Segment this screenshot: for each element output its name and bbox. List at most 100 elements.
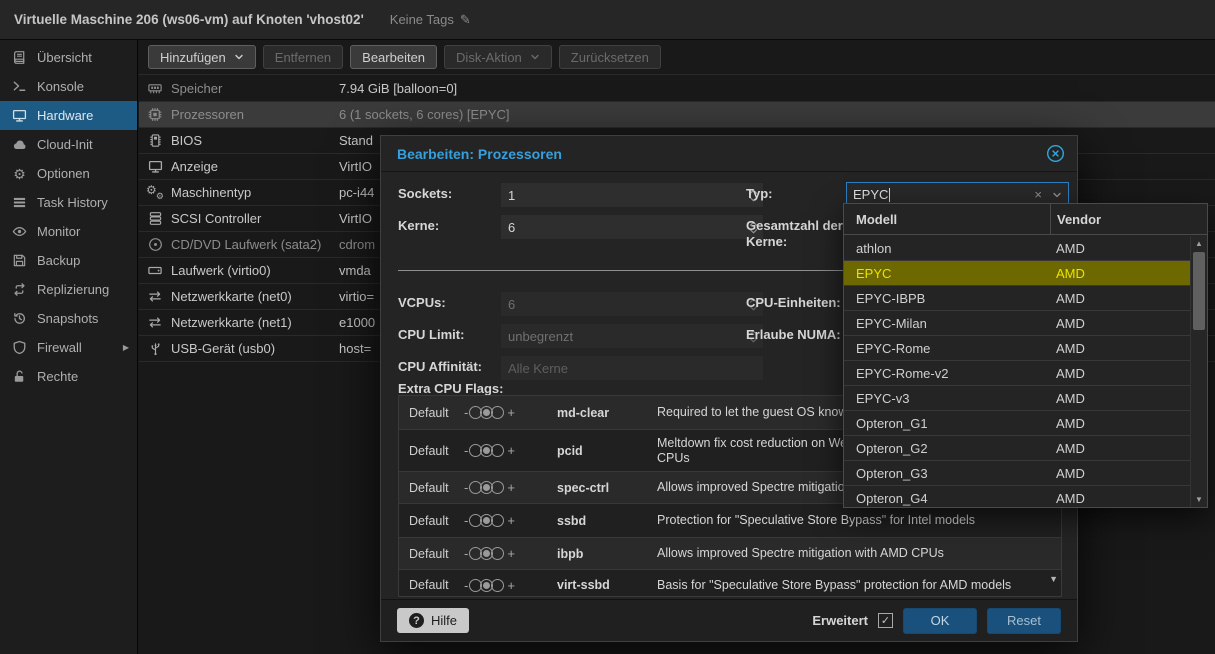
sidebar-item-backup[interactable]: Backup [0, 246, 137, 275]
edit-tags-button[interactable]: Keine Tags ✎ [390, 12, 471, 28]
cpu-limit-label: CPU Limit: [398, 327, 464, 343]
flag-name: md-clear [557, 406, 657, 420]
cores-field[interactable]: 6 [501, 215, 763, 239]
flag-radio-group: -+ [461, 405, 557, 420]
dropdown-item-opteron-g1[interactable]: Opteron_G1AMD [844, 411, 1190, 436]
dropdown-item-opteron-g4[interactable]: Opteron_G4AMD [844, 486, 1190, 508]
floppy-icon [11, 253, 28, 268]
sidebar-item-label: Snapshots [37, 311, 98, 326]
entfernen-button[interactable]: Entfernen [263, 45, 343, 69]
radio-on-option[interactable] [491, 406, 504, 419]
display-icon [11, 108, 28, 123]
cpu-affinity-label: CPU Affinität: [398, 359, 482, 375]
help-button[interactable]: ? Hilfe [397, 608, 469, 633]
model-cell: EPYC-Rome [844, 341, 1056, 356]
dialog-header: Bearbeiten: Prozessoren [381, 136, 1077, 172]
dropdown-header: Modell Vendor [844, 204, 1207, 235]
sidebar-item-bersicht[interactable]: Übersicht [0, 43, 137, 72]
radio-on-option[interactable] [491, 481, 504, 494]
sidebar-item-rechte[interactable]: Rechte [0, 362, 137, 391]
hw-row-value: 6 (1 sockets, 6 cores) [EPYC] [339, 107, 510, 122]
sidebar-item-label: Cloud-Init [37, 137, 93, 152]
reset-button[interactable]: Reset [987, 608, 1061, 634]
button-label: Disk-Aktion [456, 50, 522, 65]
terminal-icon [11, 79, 28, 94]
dropdown-item-athlon[interactable]: athlonAMD [844, 236, 1190, 261]
hw-row-speicher[interactable]: Speicher7.94 GiB [balloon=0] [139, 76, 1215, 102]
button-label: Zurücksetzen [571, 50, 649, 65]
sockets-field[interactable]: 1 [501, 183, 763, 207]
dropdown-item-epyc-milan[interactable]: EPYC-MilanAMD [844, 311, 1190, 336]
scroll-up-icon[interactable]: ▲ [1191, 239, 1207, 248]
sidebar-item-label: Optionen [37, 166, 90, 181]
sidebar-item-konsole[interactable]: Konsole [0, 72, 137, 101]
flag-radio-group: -+ [461, 546, 557, 561]
dropdown-item-epyc-rome[interactable]: EPYC-RomeAMD [844, 336, 1190, 361]
bearbeiten-button[interactable]: Bearbeiten [350, 45, 437, 69]
dropdown-item-opteron-g2[interactable]: Opteron_G2AMD [844, 436, 1190, 461]
plus-label: + [504, 480, 518, 495]
close-icon[interactable] [1046, 144, 1065, 163]
vendor-cell: AMD [1056, 416, 1085, 431]
column-header-model[interactable]: Modell [844, 212, 1050, 227]
scroll-down-icon[interactable]: ▼ [1049, 574, 1058, 584]
memory-icon [146, 81, 164, 96]
scrollbar-thumb[interactable] [1193, 252, 1205, 330]
flag-radio-group: -+ [461, 578, 557, 593]
history-icon [11, 311, 28, 326]
dropdown-item-opteron-g3[interactable]: Opteron_G3AMD [844, 461, 1190, 486]
unlock-icon [11, 369, 28, 384]
advanced-label: Erweitert [812, 613, 868, 628]
scroll-down-icon[interactable]: ▼ [1191, 495, 1207, 504]
flag-default-label: Default [399, 406, 461, 420]
sidebar-item-snapshots[interactable]: Snapshots [0, 304, 137, 333]
type-label: Typ: [746, 186, 772, 202]
sidebar-item-firewall[interactable]: Firewall▶ [0, 333, 137, 362]
vendor-cell: AMD [1056, 241, 1085, 256]
enable-numa-label: Erlaube NUMA: [746, 327, 841, 343]
sidebar-item-task-history[interactable]: Task History [0, 188, 137, 217]
hw-row-value: VirtIO [339, 211, 372, 226]
zur-cksetzen-button[interactable]: Zurücksetzen [559, 45, 661, 69]
cpu-affinity-field: Alle Kerne [501, 356, 763, 380]
sidebar-item-optionen[interactable]: ⚙ Optionen [0, 159, 137, 188]
clear-icon[interactable]: × [1034, 188, 1042, 201]
hw-row-label: Netzwerkkarte (net0) [171, 289, 339, 304]
sidebar-item-hardware[interactable]: Hardware [0, 101, 137, 130]
cpu-flag-row-ibpb: Default-+ibpbAllows improved Spectre mit… [399, 538, 1061, 570]
vendor-cell: AMD [1056, 291, 1085, 306]
cores-label: Kerne: [398, 218, 439, 234]
chip-icon [146, 133, 164, 148]
dropdown-item-epyc-ibpb[interactable]: EPYC-IBPBAMD [844, 286, 1190, 311]
gear-icon: ⚙ [11, 167, 28, 181]
sidebar-item-monitor[interactable]: Monitor [0, 217, 137, 246]
sidebar-item-label: Konsole [37, 79, 84, 94]
dropdown-scrollbar[interactable]: ▲ ▼ [1190, 236, 1207, 507]
dropdown-item-epyc[interactable]: EPYCAMD [844, 261, 1190, 286]
flag-description: Allows improved Spectre mitigation with … [657, 546, 1061, 561]
chevron-down-icon[interactable] [1052, 190, 1062, 200]
sidebar-item-label: Rechte [37, 369, 78, 384]
hw-row-prozessoren[interactable]: Prozessoren6 (1 sockets, 6 cores) [EPYC] [139, 102, 1215, 128]
dropdown-item-epyc-v3[interactable]: EPYC-v3AMD [844, 386, 1190, 411]
hw-row-value: host= [339, 341, 371, 356]
dropdown-item-epyc-rome-v2[interactable]: EPYC-Rome-v2AMD [844, 361, 1190, 386]
sidebar-item-label: Hardware [37, 108, 93, 123]
hinzuf-gen-button[interactable]: Hinzufügen [148, 45, 256, 69]
usb-icon [146, 341, 164, 356]
vcpus-label: VCPUs: [398, 295, 446, 311]
cpu-type-value: EPYC [853, 187, 888, 202]
model-cell: EPYC-Rome-v2 [844, 366, 1056, 381]
radio-on-option[interactable] [491, 579, 504, 592]
ok-button[interactable]: OK [903, 608, 977, 634]
radio-on-option[interactable] [491, 444, 504, 457]
plus-label: + [504, 443, 518, 458]
radio-on-option[interactable] [491, 514, 504, 527]
disk-aktion-button[interactable]: Disk-Aktion [444, 45, 552, 69]
sidebar-item-cloud-init[interactable]: Cloud-Init [0, 130, 137, 159]
radio-on-option[interactable] [491, 547, 504, 560]
hw-row-label: Speicher [171, 81, 339, 96]
column-header-vendor[interactable]: Vendor [1057, 212, 1101, 227]
sidebar-item-replizierung[interactable]: Replizierung [0, 275, 137, 304]
advanced-checkbox[interactable]: ✓ [878, 613, 893, 628]
